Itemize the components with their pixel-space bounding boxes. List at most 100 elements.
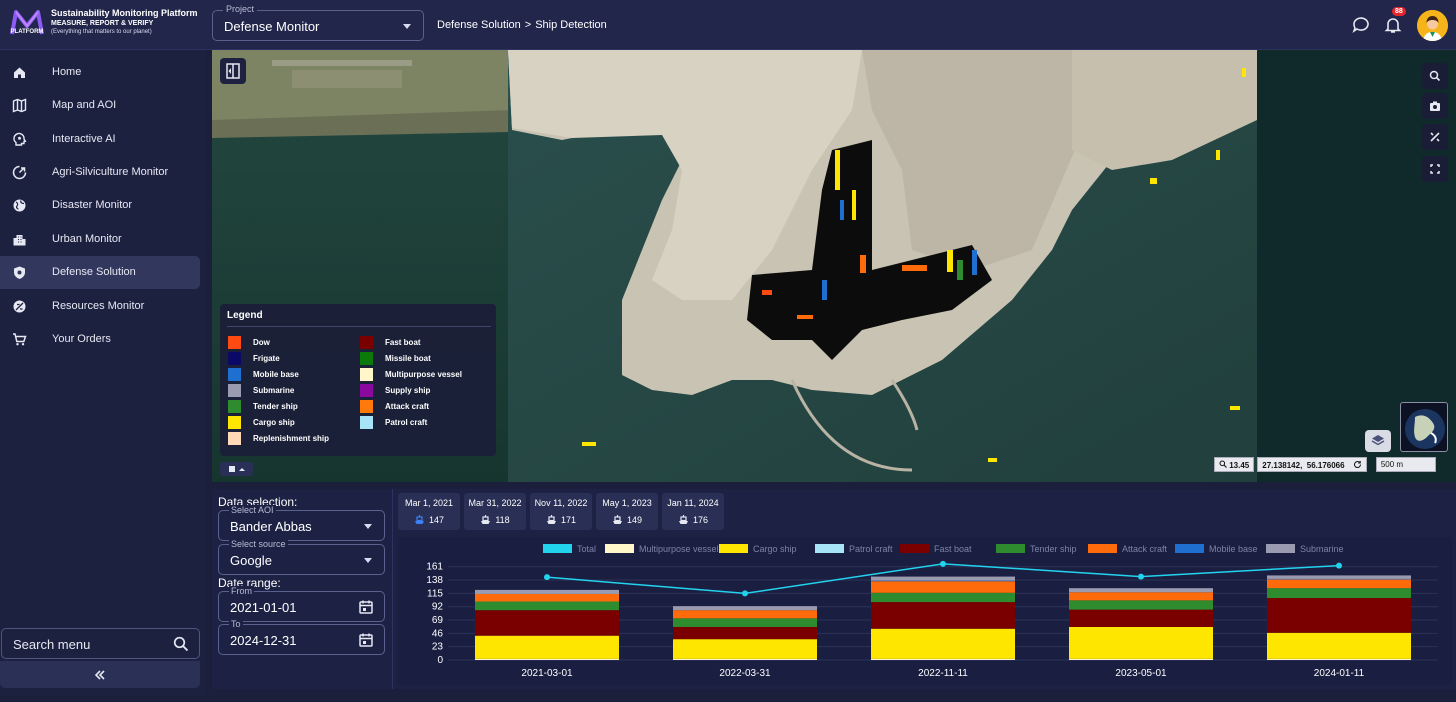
map-screenshot-button[interactable] [1422, 93, 1448, 119]
date-card[interactable]: Jan 11, 2024 176 [662, 493, 724, 530]
legend-swatch [360, 400, 373, 413]
date-card-date: May 1, 2023 [602, 498, 652, 508]
legend-swatch [360, 352, 373, 365]
date-card[interactable]: Mar 1, 2021 147 [398, 493, 460, 530]
sidebar-item-map-and-aoi[interactable]: Map and AOI [0, 89, 200, 122]
date-card[interactable]: May 1, 2023 149 [596, 493, 658, 530]
sidebar-item-urban-monitor[interactable]: Urban Monitor [0, 223, 200, 256]
date-cards: Mar 1, 2021 147 Mar 31, 2022 118 Nov 11, 202… [398, 493, 724, 530]
sidebar-collapse-button[interactable] [0, 661, 200, 688]
aoi-select[interactable]: Select AOI Bander Abbas [218, 505, 385, 541]
sidebar-item-agri-silviculture-monitor[interactable]: Agri-Silviculture Monitor [0, 156, 200, 189]
ship-icon [678, 515, 688, 524]
bar-segment-multipurpose-vessel [475, 658, 619, 660]
y-tick-label: 0 [437, 655, 443, 666]
legend-label: Patrol craft [385, 418, 428, 427]
split-view-button[interactable] [220, 58, 246, 84]
legend-title: Legend [227, 310, 263, 321]
project-select[interactable]: Project Defense Monitor [212, 4, 424, 41]
map-fullscreen-button[interactable] [1422, 156, 1448, 182]
home-icon [12, 65, 27, 80]
x-tick-label: 2022-03-31 [719, 668, 771, 679]
bar-segment-multipurpose-vessel [673, 658, 817, 660]
ship-icon [546, 515, 556, 524]
bar-segment-submarine [1267, 575, 1411, 579]
search-menu-input[interactable]: Search menu [1, 628, 200, 659]
aoi-select-label: Select AOI [229, 505, 276, 515]
layers-icon [1371, 435, 1385, 446]
sidebar-item-disaster-monitor[interactable]: Disaster Monitor [0, 189, 200, 222]
bar-segment-fast-boat [475, 610, 619, 636]
breadcrumb-item-defense-solution[interactable]: Defense Solution [437, 19, 521, 31]
breadcrumb-separator: > [524, 19, 532, 31]
sidebar-item-label: Defense Solution [52, 266, 136, 278]
bell-icon[interactable] [1383, 15, 1403, 35]
map-caret-icon [229, 466, 245, 472]
y-tick-label: 161 [426, 562, 443, 573]
bar-segment-cargo-ship [475, 635, 619, 659]
from-date-label: From [229, 586, 254, 596]
search-icon[interactable] [173, 636, 189, 652]
brand-subtitle: MEASURE, REPORT & VERIFY [51, 20, 154, 28]
source-select[interactable]: Select source Google [218, 539, 385, 575]
bar-segment-submarine [673, 606, 817, 611]
legend-label: Replenishment ship [253, 434, 330, 443]
bar-segment-fast-boat [673, 626, 817, 640]
date-card[interactable]: Mar 31, 2022 118 [464, 493, 526, 530]
aoi-select-value: Bander Abbas [230, 519, 312, 534]
city-icon [12, 232, 27, 247]
satellite-map[interactable]: Legend Dow Frigate Mobile base Submarine Ten… [212, 50, 1456, 482]
sidebar-item-interactive-ai[interactable]: Interactive AI [0, 123, 200, 156]
to-date-label: To [229, 619, 243, 629]
map-measure-button[interactable] [1422, 124, 1448, 150]
bar-segment-cargo-ship [871, 628, 1015, 659]
coordinates-readout: 27.138142, 56.176066 [1257, 457, 1367, 472]
bar-segment-submarine [871, 576, 1015, 581]
minimap[interactable] [1400, 402, 1448, 452]
bar-segment-tender-ship [871, 592, 1015, 603]
layer-toggle-button[interactable] [220, 462, 253, 476]
legend-label: Tender ship [253, 402, 298, 411]
bar-segment-fast-boat [871, 602, 1015, 629]
bar-segment-tender-ship [673, 618, 817, 627]
from-date-field[interactable]: From 2021-01-01 [218, 586, 385, 622]
layers-button[interactable] [1365, 430, 1391, 452]
search-menu-placeholder: Search menu [13, 637, 91, 652]
date-card-date: Mar 31, 2022 [468, 498, 522, 508]
map-search-button[interactable] [1422, 63, 1448, 89]
sidebar-item-your-orders[interactable]: Your Orders [0, 323, 200, 356]
ship-icon [481, 515, 491, 524]
chat-icon[interactable] [1351, 15, 1371, 35]
sidebar-item-defense-solution[interactable]: Defense Solution [0, 256, 200, 289]
chevron-down-icon [403, 24, 411, 29]
measure-icon [1430, 132, 1440, 142]
calendar-icon[interactable] [358, 632, 374, 648]
legend-label: Attack craft [385, 402, 430, 411]
ship-icon [612, 515, 622, 524]
legend-label: Missile boat [385, 354, 431, 363]
ship-count-chart: Total Multipurpose vessel Cargo ship Patrol… [398, 537, 1452, 685]
chevron-down-icon [364, 524, 372, 529]
avatar[interactable] [1417, 10, 1448, 41]
bar-segment-fast-boat [1069, 609, 1213, 627]
to-date-field[interactable]: To 2024-12-31 [218, 619, 385, 655]
sidebar-item-label: Urban Monitor [52, 233, 122, 245]
legend-swatch [360, 336, 373, 349]
sidebar-item-label: Agri-Silviculture Monitor [52, 166, 169, 178]
notification-badge: 88 [1392, 7, 1406, 16]
bar-segment-tender-ship [475, 601, 619, 611]
scale-indicator: 500 m [1375, 457, 1436, 472]
bar-segment-multipurpose-vessel [871, 658, 1015, 660]
map-legend: Legend Dow Frigate Mobile base Submarine Ten… [220, 304, 496, 456]
date-card[interactable]: Nov 11, 2022 171 [530, 493, 592, 530]
sidebar-item-home[interactable]: Home [0, 56, 200, 89]
sidebar-item-resources-monitor[interactable]: Resources Monitor [0, 290, 200, 323]
calendar-icon[interactable] [358, 599, 374, 615]
total-point [940, 560, 946, 567]
sidebar-item-label: Your Orders [52, 333, 111, 345]
refresh-icon [1353, 461, 1361, 468]
legend-divider [227, 326, 491, 327]
legend-label: Multipurpose vessel [385, 370, 462, 379]
platform-logo[interactable]: PLATFORM [6, 6, 48, 40]
bar-segment-submarine [1069, 588, 1213, 593]
